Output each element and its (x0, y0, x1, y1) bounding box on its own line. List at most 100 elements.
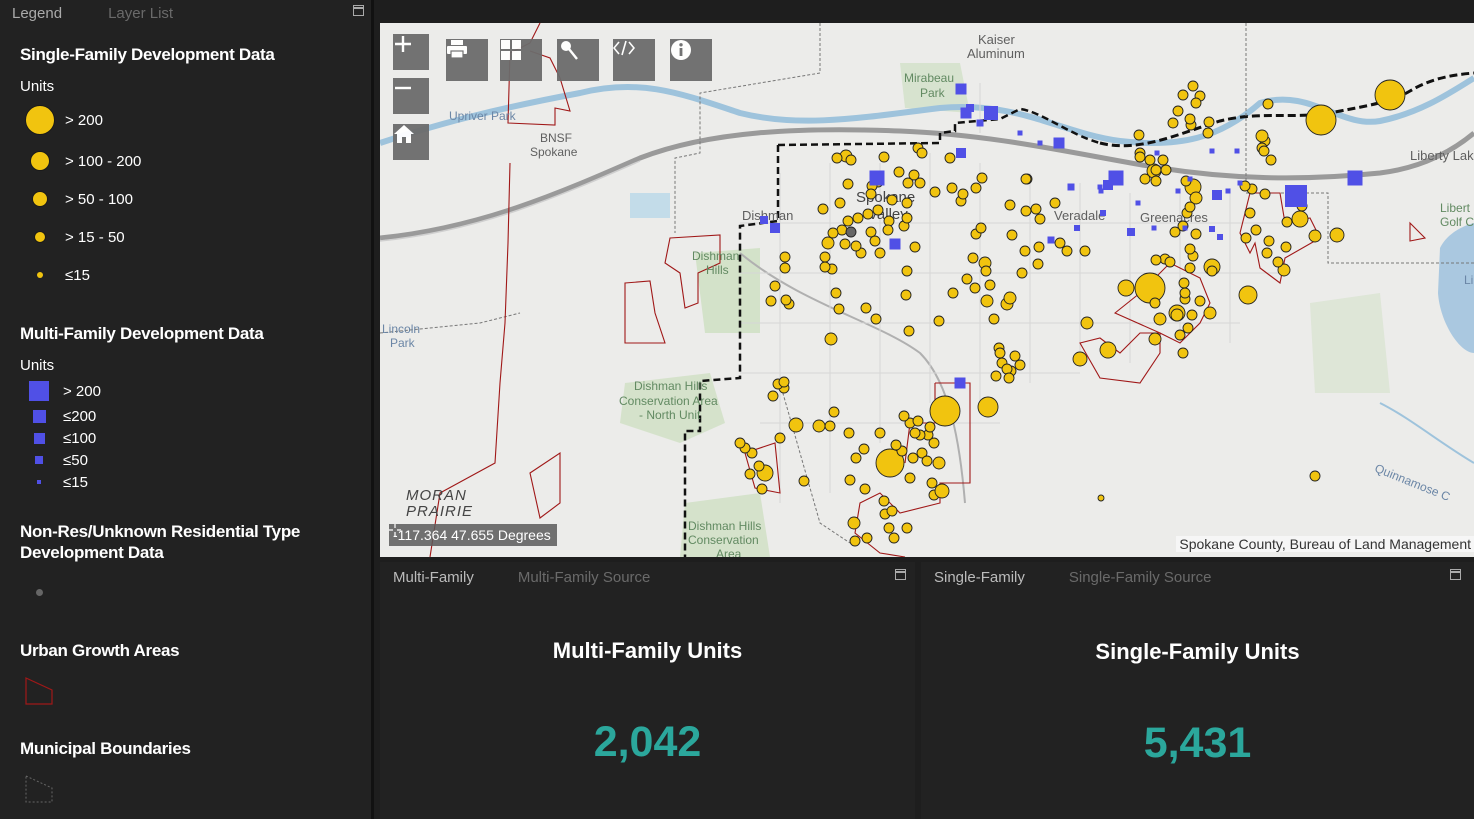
single-family-point[interactable] (1150, 164, 1162, 176)
single-family-point[interactable] (898, 410, 910, 422)
single-family-point[interactable] (904, 472, 916, 484)
single-family-point[interactable] (744, 468, 756, 480)
single-family-point[interactable] (1280, 241, 1292, 253)
single-family-point[interactable] (961, 273, 973, 285)
multi-family-point[interactable] (1103, 180, 1113, 190)
single-family-point[interactable] (845, 154, 857, 166)
single-family-point[interactable] (1238, 285, 1258, 305)
single-family-point[interactable] (883, 215, 895, 227)
multi-family-point[interactable] (966, 104, 974, 112)
single-family-point[interactable] (976, 172, 988, 184)
single-family-point[interactable] (828, 406, 840, 418)
single-family-point[interactable] (900, 289, 912, 301)
single-family-point[interactable] (1309, 470, 1321, 482)
basemap-gallery-button[interactable] (500, 39, 542, 81)
single-family-point[interactable] (907, 452, 919, 464)
single-family-point[interactable] (1308, 229, 1322, 243)
single-family-point[interactable] (852, 212, 864, 224)
single-family-point[interactable] (1179, 287, 1191, 299)
single-family-point[interactable] (977, 396, 999, 418)
multi-family-point[interactable] (1151, 225, 1157, 231)
single-family-point[interactable] (1190, 97, 1202, 109)
maximize-icon[interactable] (895, 569, 906, 580)
single-family-point[interactable] (1032, 258, 1044, 270)
single-family-point[interactable] (903, 325, 915, 337)
single-family-point[interactable] (1150, 175, 1162, 187)
tab-single-family[interactable]: Single-Family (934, 569, 1025, 586)
single-family-point[interactable] (957, 188, 969, 200)
single-family-point[interactable] (874, 427, 886, 439)
single-family-point[interactable] (929, 186, 941, 198)
single-family-point[interactable] (1020, 205, 1032, 217)
single-family-point[interactable] (1170, 308, 1184, 322)
single-family-point[interactable] (1177, 347, 1189, 359)
single-family-point[interactable] (1149, 297, 1161, 309)
multi-family-point[interactable] (1047, 236, 1055, 244)
single-family-point[interactable] (1202, 127, 1214, 139)
single-family-point[interactable] (1133, 129, 1145, 141)
multi-family-point[interactable] (760, 216, 768, 224)
single-family-point[interactable] (1079, 245, 1091, 257)
single-family-point[interactable] (1258, 145, 1270, 157)
single-family-point[interactable] (944, 152, 956, 164)
single-family-point[interactable] (1016, 267, 1028, 279)
multi-family-point[interactable] (1100, 210, 1106, 216)
single-family-point[interactable] (850, 452, 862, 464)
single-family-point[interactable] (916, 147, 928, 159)
single-family-point[interactable] (1097, 494, 1105, 502)
single-family-point[interactable] (1178, 277, 1190, 289)
multi-family-point[interactable] (770, 223, 780, 233)
single-family-point[interactable] (909, 241, 921, 253)
single-family-point[interactable] (901, 265, 913, 277)
single-family-point[interactable] (1009, 350, 1021, 362)
single-family-point[interactable] (909, 427, 921, 439)
single-family-point[interactable] (1187, 80, 1199, 92)
single-family-point[interactable] (861, 532, 873, 544)
single-family-point[interactable] (836, 224, 848, 236)
multi-family-point[interactable] (1237, 180, 1243, 186)
multi-family-point[interactable] (1067, 183, 1075, 191)
single-family-point[interactable] (970, 182, 982, 194)
single-family-point[interactable] (1194, 295, 1206, 307)
single-family-point[interactable] (1099, 341, 1117, 359)
single-family-point[interactable] (817, 203, 829, 215)
single-family-point[interactable] (1184, 262, 1196, 274)
single-family-point[interactable] (874, 247, 886, 259)
single-family-point[interactable] (1117, 279, 1135, 297)
single-family-point[interactable] (849, 535, 861, 547)
single-family-point[interactable] (859, 483, 871, 495)
single-family-point[interactable] (946, 182, 958, 194)
single-family-point[interactable] (1190, 228, 1202, 240)
multi-family-point[interactable] (1209, 148, 1215, 154)
multi-family-point[interactable] (1017, 130, 1023, 136)
single-family-point[interactable] (1255, 129, 1269, 143)
single-family-point[interactable] (1030, 203, 1042, 215)
multi-family-point[interactable] (984, 106, 998, 120)
non-res-point[interactable] (845, 226, 857, 238)
single-family-point[interactable] (830, 287, 842, 299)
single-family-point[interactable] (844, 474, 856, 486)
single-family-point[interactable] (1034, 213, 1046, 225)
single-family-point[interactable] (833, 303, 845, 315)
single-family-point[interactable] (1174, 329, 1186, 341)
single-family-point[interactable] (862, 208, 874, 220)
tab-single-family-source[interactable]: Single-Family Source (1069, 569, 1212, 586)
single-family-point[interactable] (1186, 309, 1198, 321)
single-family-point[interactable] (932, 456, 946, 470)
multi-family-point[interactable] (1074, 225, 1080, 231)
single-family-point[interactable] (988, 313, 1000, 325)
single-family-point[interactable] (878, 495, 890, 507)
single-family-point[interactable] (824, 332, 838, 346)
single-family-point[interactable] (921, 455, 933, 467)
single-family-point[interactable] (1006, 229, 1018, 241)
single-family-point[interactable] (1259, 188, 1271, 200)
single-family-point[interactable] (1203, 116, 1215, 128)
single-family-point[interactable] (788, 417, 804, 433)
single-family-point[interactable] (990, 370, 1002, 382)
single-family-point[interactable] (890, 439, 902, 451)
multi-family-point[interactable] (1209, 226, 1215, 232)
single-family-point[interactable] (1169, 226, 1181, 238)
single-family-point[interactable] (1281, 216, 1293, 228)
single-family-point[interactable] (1003, 372, 1015, 384)
single-family-point[interactable] (842, 178, 854, 190)
